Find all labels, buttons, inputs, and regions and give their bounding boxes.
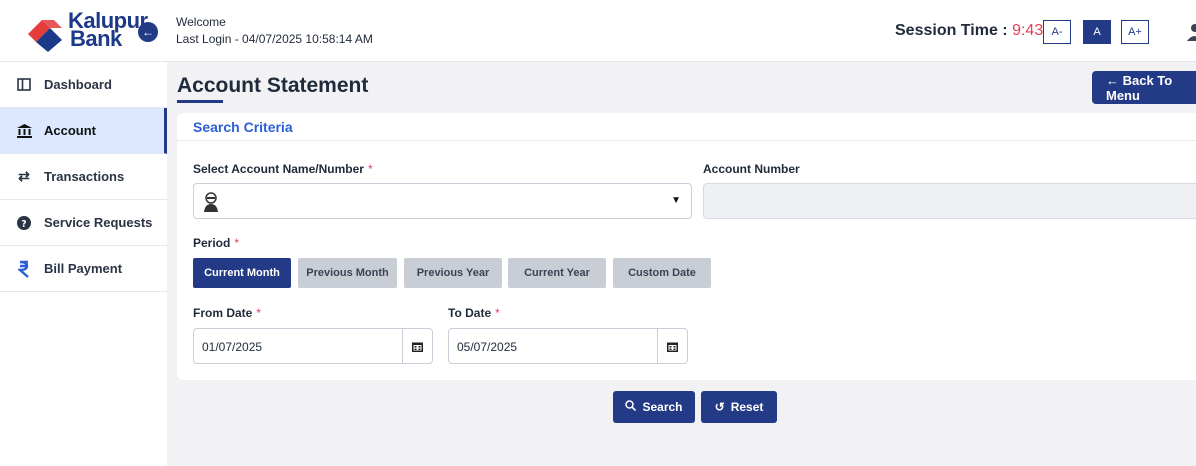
chevron-down-icon: ▼ — [671, 195, 681, 206]
welcome-block: Welcome Last Login - 04/07/2025 10:58:14… — [176, 14, 373, 48]
help-icon: ? — [16, 215, 32, 231]
search-label: Search — [642, 400, 683, 414]
sidebar-item-bill-payment[interactable]: Bill Payment — [0, 246, 167, 292]
session-label: Session Time : — [895, 22, 1013, 39]
reset-button[interactable]: ↺ Reset — [701, 391, 777, 423]
calendar-icon[interactable] — [402, 329, 432, 363]
font-normal-button[interactable]: A — [1083, 20, 1111, 44]
top-header: Kalupur Bank ← Welcome Last Login - 04/0… — [0, 0, 1196, 62]
kalupur-bank-logo[interactable]: Kalupur Bank — [24, 10, 148, 52]
sidebar-item-label: Account — [44, 123, 96, 138]
account-number-field — [703, 183, 1196, 219]
sidebar-item-service-requests[interactable]: ? Service Requests — [0, 200, 167, 246]
calendar-icon[interactable] — [657, 329, 687, 363]
page-title: Account Statement — [177, 74, 369, 97]
sidebar-item-dashboard[interactable]: Dashboard — [0, 62, 167, 108]
dashboard-icon — [16, 77, 32, 93]
sidebar-collapse-button[interactable]: ← — [138, 22, 158, 42]
period-previous-month-button[interactable]: Previous Month — [298, 258, 397, 288]
svg-text:?: ? — [21, 219, 26, 230]
section-title: Search Criteria — [193, 119, 293, 135]
logo-diamond-icon — [28, 20, 62, 52]
to-date-label: To Date * — [448, 306, 500, 320]
sidebar-item-label: Service Requests — [44, 215, 153, 230]
from-date-field[interactable]: 01/07/2025 — [193, 328, 433, 364]
from-date-value: 01/07/2025 — [202, 340, 263, 354]
period-custom-date-button[interactable]: Custom Date — [613, 258, 711, 288]
to-date-value: 05/07/2025 — [457, 340, 518, 354]
period-label: Period * — [193, 236, 240, 250]
session-timer: Session Time : 9:43 — [895, 22, 1043, 40]
from-date-label: From Date * — [193, 306, 262, 320]
title-underline — [177, 100, 223, 103]
period-current-month-button[interactable]: Current Month — [193, 258, 291, 288]
account-select[interactable]: ▼ — [193, 183, 692, 219]
period-current-year-button[interactable]: Current Year — [508, 258, 606, 288]
reset-icon: ↺ — [714, 400, 725, 414]
sidebar-item-label: Dashboard — [44, 77, 112, 92]
search-button[interactable]: Search — [613, 391, 695, 423]
arrow-left-icon: ← — [142, 25, 154, 39]
transfer-icon: ⇄ — [18, 168, 30, 184]
sidebar-item-account[interactable]: Account — [0, 108, 167, 154]
search-icon — [625, 400, 637, 414]
reset-label: Reset — [730, 400, 764, 414]
sidebar-item-label: Bill Payment — [44, 261, 123, 276]
to-date-field[interactable]: 05/07/2025 — [448, 328, 688, 364]
user-icon — [204, 192, 218, 212]
font-increase-button[interactable]: A+ — [1121, 20, 1149, 44]
bank-icon — [16, 123, 32, 139]
rupee-icon — [16, 260, 32, 278]
welcome-text: Welcome — [176, 15, 226, 29]
back-to-menu-button[interactable]: ← Back To Menu — [1092, 71, 1196, 104]
period-previous-year-button[interactable]: Previous Year — [404, 258, 502, 288]
sidebar-item-label: Transactions — [44, 169, 125, 184]
account-number-label: Account Number — [703, 162, 800, 176]
brand-name: Kalupur Bank — [68, 8, 148, 51]
select-account-label: Select Account Name/Number * — [193, 162, 373, 176]
search-criteria-card: Search Criteria Select Account Name/Numb… — [177, 113, 1196, 380]
card-header: Search Criteria — [177, 113, 1196, 141]
sidebar: Dashboard Account ⇄ Transactions ? Servi… — [0, 62, 167, 466]
font-decrease-button[interactable]: A- — [1043, 20, 1071, 44]
sidebar-item-transactions[interactable]: ⇄ Transactions — [0, 154, 167, 200]
last-login-text: Last Login - 04/07/2025 10:58:14 AM — [176, 32, 373, 46]
session-time: 9:43 — [1012, 22, 1044, 39]
user-profile-icon[interactable] — [1186, 23, 1196, 41]
